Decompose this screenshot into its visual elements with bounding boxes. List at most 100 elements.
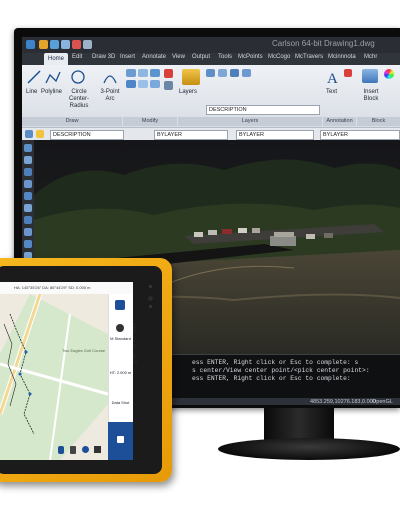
- measure-icon: [117, 436, 124, 443]
- color-select[interactable]: BYLAYER: [154, 130, 228, 140]
- standard-mode-button[interactable]: M Standard: [108, 336, 133, 341]
- tablet-sensor: [149, 285, 152, 288]
- vehicle: [208, 230, 217, 235]
- data-shot-button[interactable]: Data Shot: [108, 400, 133, 405]
- layer-freeze-icon[interactable]: [230, 69, 239, 77]
- layer-state-icon[interactable]: [206, 69, 215, 77]
- scale-icon[interactable]: [150, 69, 160, 77]
- instrument-icon[interactable]: [116, 324, 124, 332]
- tab-insert[interactable]: Insert: [120, 54, 135, 60]
- command-history-line: ess ENTER, Right click or Esc to complet…: [192, 375, 351, 382]
- linetype-select-value: BYLAYER: [239, 132, 264, 138]
- layers-tool-label[interactable]: Layers: [179, 89, 197, 95]
- mirror-icon[interactable]: [138, 80, 148, 88]
- survey-point[interactable]: [24, 350, 28, 354]
- zoom-extents-icon[interactable]: [24, 192, 32, 200]
- circle-tool-label[interactable]: Circle Center-Radius: [64, 89, 94, 110]
- title-bar: Carlson 64-bit Drawing1.dwg: [22, 37, 400, 53]
- map-place-label: Two Eagles Golf Course: [62, 348, 106, 353]
- polyline-tool-label[interactable]: Polyline: [41, 89, 62, 95]
- monitor-stand-base: [218, 438, 400, 460]
- save-icon[interactable]: [61, 40, 70, 49]
- select-tool-icon[interactable]: [24, 144, 32, 152]
- new-file-icon[interactable]: [39, 40, 48, 49]
- ribbon-panel: Line Polyline Circle Center-Radius 3-Poi…: [22, 65, 400, 127]
- undo-icon[interactable]: [72, 40, 81, 49]
- text-icon[interactable]: A: [326, 69, 340, 85]
- layer-dropdown[interactable]: DESCRIPTION: [206, 105, 320, 115]
- copy-icon[interactable]: [138, 69, 148, 77]
- stretch-icon[interactable]: [150, 80, 160, 88]
- tab-mcinnnota[interactable]: Mcinnnota: [328, 54, 356, 60]
- tab-draw-3d[interactable]: Draw 3D: [92, 54, 115, 60]
- open-file-icon[interactable]: [50, 40, 59, 49]
- tab-mctravers[interactable]: McTravers: [295, 54, 323, 60]
- bulb-icon[interactable]: [36, 130, 44, 138]
- zoom-out-icon[interactable]: [24, 180, 32, 188]
- insert-block-icon[interactable]: [362, 69, 378, 83]
- move-icon[interactable]: [126, 69, 136, 77]
- app-logo-icon[interactable]: [26, 40, 35, 49]
- tablet-sensor: [149, 305, 152, 308]
- gps-icon[interactable]: [82, 446, 89, 453]
- survey-point[interactable]: [18, 372, 22, 376]
- line-icon[interactable]: [26, 69, 42, 85]
- coordinate-readout: 4853.259,10276.183,0.000: [310, 399, 376, 405]
- dimension-icon[interactable]: [344, 69, 352, 77]
- erase-icon[interactable]: [164, 69, 173, 78]
- layers-icon[interactable]: [182, 69, 200, 85]
- render-mode-indicator[interactable]: OpenGL: [372, 399, 393, 405]
- redo-icon[interactable]: [83, 40, 92, 49]
- render-icon[interactable]: [24, 240, 32, 248]
- layers-icon[interactable]: [94, 446, 101, 453]
- tab-mccogo[interactable]: McCogo: [268, 54, 290, 60]
- tab-home[interactable]: Home: [44, 53, 69, 65]
- insert-block-tool-label[interactable]: Insert Block: [358, 89, 384, 103]
- tablet-map[interactable]: Two Eagles Golf Course: [0, 294, 108, 460]
- tab-annotate[interactable]: Annotate: [142, 54, 166, 60]
- rotate-icon[interactable]: [126, 80, 136, 88]
- polyline-icon[interactable]: [44, 69, 62, 85]
- tab-mcpoints[interactable]: McPoints: [238, 54, 263, 60]
- linetype-select[interactable]: BYLAYER: [236, 130, 314, 140]
- svg-text:A: A: [327, 71, 338, 85]
- layer-manager-icon[interactable]: [25, 130, 33, 138]
- text-tool-label[interactable]: Text: [326, 89, 337, 95]
- tab-view[interactable]: View: [172, 54, 185, 60]
- command-history-line: s center/View center point/<pick center …: [192, 367, 370, 374]
- tab-edit[interactable]: Edit: [72, 54, 82, 60]
- ribbon-tab-bar: Home Edit Draw 3D Insert Annotate View O…: [22, 53, 400, 65]
- tab-tools[interactable]: Tools: [218, 54, 232, 60]
- explode-icon[interactable]: [164, 81, 173, 90]
- lineweight-select[interactable]: BYLAYER: [320, 130, 400, 140]
- pan-tool-icon[interactable]: [24, 156, 32, 164]
- layer-select[interactable]: DESCRIPTION: [50, 130, 124, 140]
- zoom-window-icon[interactable]: [24, 204, 32, 212]
- arc-tool-label[interactable]: 3-Point Arc: [96, 89, 124, 103]
- vehicle: [306, 234, 315, 239]
- arc-icon[interactable]: [102, 69, 118, 85]
- tablet-screen: HA: 145°35'26" DA: 86°44'29" SD: 0.000 m…: [0, 282, 133, 460]
- zoom-in-icon[interactable]: [24, 168, 32, 176]
- layer-match-icon[interactable]: [218, 69, 227, 77]
- station-readout: HA: 145°35'26" DA: 86°44'29" SD: 0.000 m: [14, 285, 91, 290]
- view-icon[interactable]: [24, 228, 32, 236]
- circle-icon[interactable]: [70, 69, 86, 85]
- target-height-button[interactable]: HT: 2.000 m: [108, 370, 133, 375]
- tab-mchr[interactable]: Mchr: [364, 54, 377, 60]
- vehicle: [252, 228, 260, 233]
- tab-output[interactable]: Output: [192, 54, 210, 60]
- vehicle: [238, 228, 247, 233]
- person-icon[interactable]: [58, 446, 64, 454]
- tablet-icon[interactable]: [70, 446, 76, 454]
- window-title: Carlson 64-bit Drawing1.dwg: [272, 39, 375, 48]
- measure-button[interactable]: [108, 422, 133, 460]
- survey-point[interactable]: [28, 392, 32, 396]
- properties-toolbar: DESCRIPTION BYLAYER BYLAYER BYLAYER: [22, 127, 400, 140]
- color-wheel-icon[interactable]: [384, 69, 394, 79]
- layer-select-value: DESCRIPTION: [53, 132, 91, 138]
- layer-off-icon[interactable]: [242, 69, 251, 77]
- settings-gear-icon[interactable]: [115, 300, 125, 310]
- orbit-icon[interactable]: [24, 216, 32, 224]
- line-tool-label[interactable]: Line: [26, 89, 37, 95]
